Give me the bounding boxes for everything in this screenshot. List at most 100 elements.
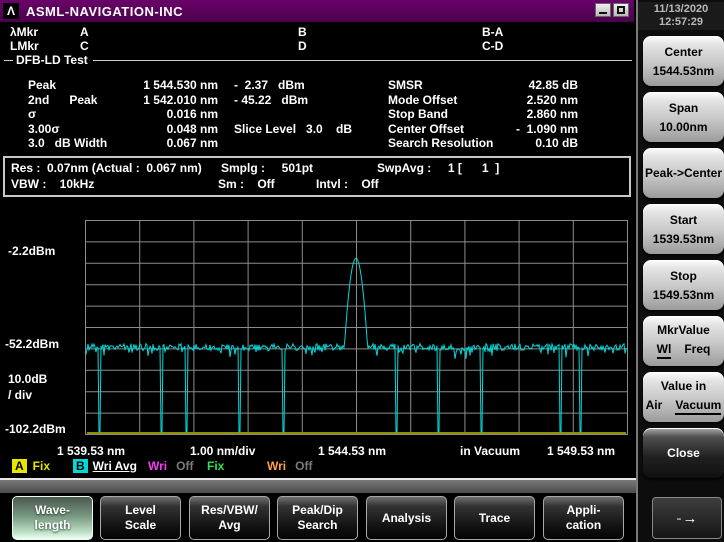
sweep-average-status: SwpAvg : 1 [ 1 ]: [377, 161, 499, 175]
second-peak-wavelength-value: 1 542.010 nm: [130, 93, 218, 108]
trace-a-indicator[interactable]: A Fix: [12, 459, 50, 473]
trace-b-letter: B: [73, 459, 88, 473]
vbw-status: VBW : 10kHz: [11, 177, 94, 191]
maximize-icon: [617, 6, 625, 14]
three-sigma-value: 0.048 nm: [130, 122, 218, 137]
db-width-value: 0.067 nm: [130, 136, 218, 151]
menu-application-button[interactable]: Appli-cation: [543, 496, 624, 540]
sigma-label: σ: [28, 107, 130, 122]
result-row-2nd-peak: 2nd Peak 1 542.010 nm - 45.22 dBm: [28, 93, 352, 108]
trace-d-indicator[interactable]: Fix: [207, 459, 224, 473]
window-title: ASML-NAVIGATION-INC: [26, 4, 183, 19]
menu-level-scale-button[interactable]: LevelScale: [100, 496, 181, 540]
center-offset-value: - 1.090 nm: [510, 122, 578, 137]
center-wavelength-setting: 1544.53nm: [653, 64, 714, 78]
trace-a-letter: A: [12, 459, 27, 473]
trace-d-mode: Fix: [207, 459, 224, 473]
softkey-stop[interactable]: Stop 1549.53nm: [643, 260, 724, 310]
spectrum-display: -2.2dBm -52.2dBm 10.0dB / div -102.2dBm …: [0, 198, 634, 454]
arrow-dash: -: [677, 510, 682, 527]
mkr-value-wavelength-option[interactable]: Wl: [657, 342, 672, 359]
softkey-start[interactable]: Start 1539.53nm: [643, 204, 724, 254]
date-value: 11/13/2020: [638, 3, 724, 16]
sweep-status-box: Res : 0.07nm (Actual : 0.067 nm) Smplg :…: [3, 156, 631, 197]
bottom-level-value: -102.2dBm: [5, 422, 66, 436]
trace-e-mode: Wri: [267, 459, 286, 473]
marker-a-label: A: [80, 25, 89, 39]
per-div-label: 1.00 nm/div: [190, 444, 255, 458]
menu-bar-strip: [0, 480, 637, 493]
softkey-close[interactable]: Close: [643, 428, 724, 478]
result-row-sigma: σ 0.016 nm: [28, 107, 352, 122]
trace-c-indicator[interactable]: Wri Off: [148, 459, 193, 473]
result-row-peak: Peak 1 544.530 nm - 2.37 dBm: [28, 78, 352, 93]
value-in-vacuum-option[interactable]: Vacuum: [675, 398, 721, 415]
scale-per-div-unit: / div: [8, 388, 32, 402]
softkey-peak-to-center[interactable]: Peak->Center: [643, 148, 724, 198]
center-offset-label: Center Offset: [388, 122, 510, 137]
softkey-mkr-value[interactable]: MkrValue WlFreq: [643, 316, 724, 366]
marker-b-label: B: [298, 25, 307, 39]
stop-wavelength-label: 1 549.53 nm: [547, 444, 615, 458]
search-resolution-value: 0.10 dB: [510, 136, 578, 151]
marker-c-d-label: C-D: [482, 39, 503, 53]
wavelength-marker-label: λMkr: [10, 25, 38, 39]
three-sigma-label: 3.00σ: [28, 122, 130, 137]
menu-trace-button[interactable]: Trace: [454, 496, 535, 540]
softkey-center[interactable]: Center 1544.53nm: [643, 36, 724, 86]
value-in-air-option[interactable]: Air: [646, 398, 663, 415]
menu-peak-dip-search-button[interactable]: Peak/DipSearch: [277, 496, 358, 540]
trace-a-mode: Fix: [33, 459, 50, 473]
slice-level-value: Slice Level 3.0 dB: [218, 122, 352, 137]
mode-offset-value: 2.520 nm: [510, 93, 578, 108]
maximize-button[interactable]: [613, 3, 629, 17]
search-resolution-label: Search Resolution: [388, 136, 510, 151]
trace-e-indicator[interactable]: WriOff: [267, 459, 312, 473]
result-row-search-resolution: Search Resolution 0.10 dB: [388, 136, 578, 151]
menu-analysis-button[interactable]: Analysis: [366, 496, 447, 540]
osa-application-window: Λ ASML-NAVIGATION-INC λMkr A B B-A LMkr …: [0, 0, 724, 542]
softkey-panel: 11/13/2020 12:57:29 Center 1544.53nm Spa…: [636, 0, 724, 542]
result-row-db-width: 3.0 dB Width 0.067 nm: [28, 136, 352, 151]
trace-c-mode: Wri: [148, 459, 167, 473]
marker-d-label: D: [298, 39, 307, 53]
smsr-value: 42.85 dB: [510, 78, 578, 93]
mid-level-value: -52.2dBm: [5, 337, 59, 351]
smoothing-status: Sm : Off: [218, 177, 275, 191]
sampling-status: Smplg : 501pt: [221, 161, 313, 175]
more-softkeys-button[interactable]: - →: [652, 497, 722, 539]
start-wavelength-setting: 1539.53nm: [653, 232, 714, 246]
menu-wavelength-button[interactable]: Wave-length: [12, 496, 93, 540]
menu-res-vbw-avg-button[interactable]: Res/VBW/Avg: [189, 496, 270, 540]
peak-label: Peak: [28, 78, 130, 93]
second-peak-level-value: - 45.22 dBm: [218, 93, 308, 108]
minimize-button[interactable]: [595, 3, 611, 17]
scale-per-div-value: 10.0dB: [8, 372, 47, 386]
softkey-value-in[interactable]: Value in AirVacuum: [643, 372, 724, 422]
time-value: 12:57:29: [638, 16, 724, 29]
result-row-center-offset: Center Offset - 1.090 nm: [388, 122, 578, 137]
mkr-value-freq-option[interactable]: Freq: [684, 342, 710, 359]
result-row-mode-offset: Mode Offset 2.520 nm: [388, 93, 578, 108]
dfb-results-right: SMSR 42.85 dB Mode Offset 2.520 nm Stop …: [388, 78, 578, 151]
medium-label: in Vacuum: [460, 444, 520, 458]
dfb-ld-test-title: DFB-LD Test: [16, 53, 88, 67]
softkey-span[interactable]: Span 10.00nm: [643, 92, 724, 142]
minimize-icon: [599, 12, 607, 14]
legend-rule: [93, 60, 632, 61]
db-width-label: 3.0 dB Width: [28, 136, 130, 151]
app-logo-icon: Λ: [3, 3, 19, 19]
start-wavelength-label: 1 539.53 nm: [57, 444, 125, 458]
trace-c-state: Off: [176, 459, 193, 473]
spectrum-plot: [85, 220, 629, 436]
mode-offset-label: Mode Offset: [388, 93, 510, 108]
span-setting: 10.00nm: [659, 120, 707, 134]
right-arrow-icon: →: [683, 510, 698, 527]
center-wavelength-label: 1 544.53 nm: [318, 444, 386, 458]
peak-level-value: - 2.37 dBm: [218, 78, 305, 93]
trace-b-indicator[interactable]: BWri Avg: [73, 459, 137, 473]
second-peak-label: 2nd Peak: [28, 93, 130, 108]
stop-band-value: 2.860 nm: [510, 107, 578, 122]
marker-c-label: C: [80, 39, 89, 53]
dfb-results-left: Peak 1 544.530 nm - 2.37 dBm 2nd Peak 1 …: [28, 78, 352, 151]
